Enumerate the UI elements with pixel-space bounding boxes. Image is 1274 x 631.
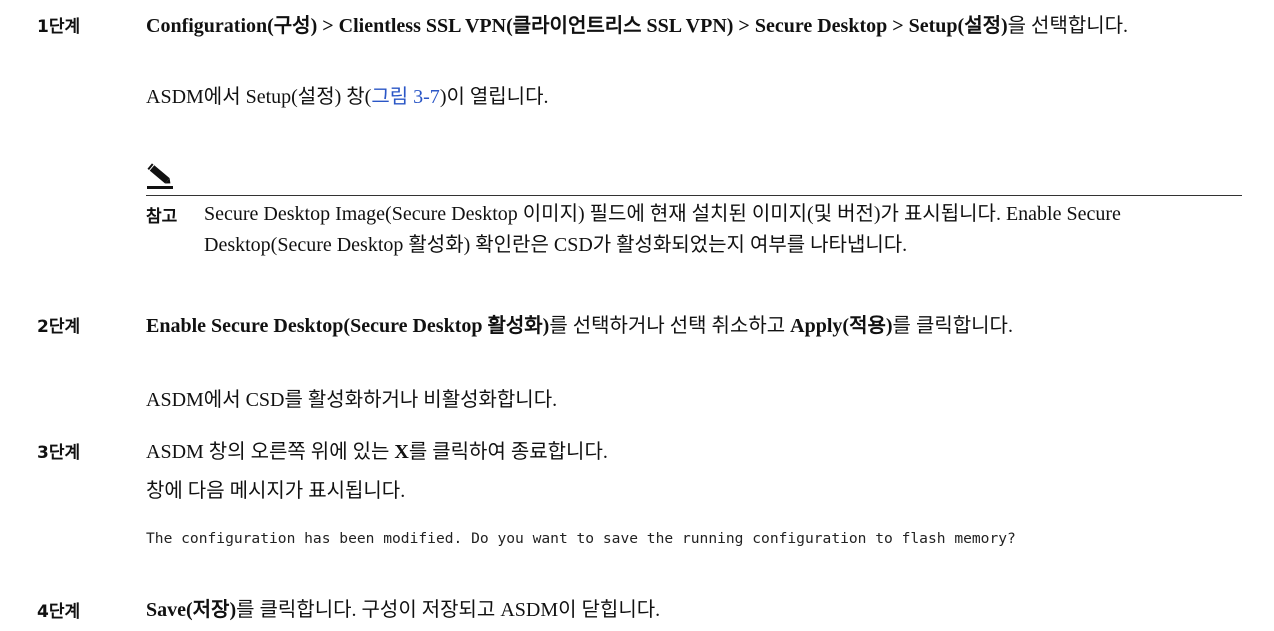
step-2-suffix: 를 클릭합니다. xyxy=(892,315,1013,337)
step-2-label: 2단계 xyxy=(37,317,81,337)
step-1-label: 1단계 xyxy=(37,17,81,37)
step-2-instruction: Enable Secure Desktop(Secure Desktop 활성화… xyxy=(146,312,1246,341)
step-3-result: 창에 다음 메시지가 표시됩니다. xyxy=(146,480,406,502)
figure-link[interactable]: 그림 3-7 xyxy=(371,86,439,108)
step-1-result-prefix: ASDM에서 Setup(설정) 창( xyxy=(146,86,372,108)
step-1-result-suffix: )이 열립니다. xyxy=(439,86,549,108)
step-1-instruction: Configuration(구성) > Clientless SSL VPN(클… xyxy=(146,12,1246,41)
step-4-label: 4단계 xyxy=(37,602,81,622)
step-3-label: 3단계 xyxy=(37,443,81,463)
note-text: Secure Desktop Image(Secure Desktop 이미지)… xyxy=(204,203,1121,256)
note-label: 참고 xyxy=(146,207,178,227)
apply-text: Apply(적용) xyxy=(790,315,893,337)
step-1-suffix: 을 선택합니다. xyxy=(1007,15,1129,37)
step-2-result: ASDM에서 CSD를 활성화하거나 비활성화합니다. xyxy=(146,389,558,411)
step-3-prefix: ASDM 창의 오른쪽 위에 있는 xyxy=(146,441,395,463)
close-x-text: X xyxy=(394,441,409,463)
message-code-block: The configuration has been modified. Do … xyxy=(146,530,1016,547)
note-divider xyxy=(146,195,1242,196)
step-1-result: ASDM에서 Setup(설정) 창(그림 3-7)이 열립니다. xyxy=(146,83,1246,112)
menu-path: Configuration(구성) > Clientless SSL VPN(클… xyxy=(146,15,1008,37)
step-2-middle: 를 선택하거나 선택 취소하고 xyxy=(549,315,791,337)
pencil-note-icon xyxy=(147,163,173,189)
step-4-suffix: 를 클릭합니다. 구성이 저장되고 ASDM이 닫힙니다. xyxy=(236,599,661,621)
enable-secure-desktop-text: Enable Secure Desktop(Secure Desktop 활성화… xyxy=(146,315,550,337)
step-3-suffix: 를 클릭하여 종료합니다. xyxy=(408,441,608,463)
step-4-instruction: Save(저장)를 클릭합니다. 구성이 저장되고 ASDM이 닫힙니다. xyxy=(146,596,1246,625)
save-text: Save(저장) xyxy=(146,599,237,621)
step-3-instruction: ASDM 창의 오른쪽 위에 있는 X를 클릭하여 종료합니다. xyxy=(146,438,1246,467)
